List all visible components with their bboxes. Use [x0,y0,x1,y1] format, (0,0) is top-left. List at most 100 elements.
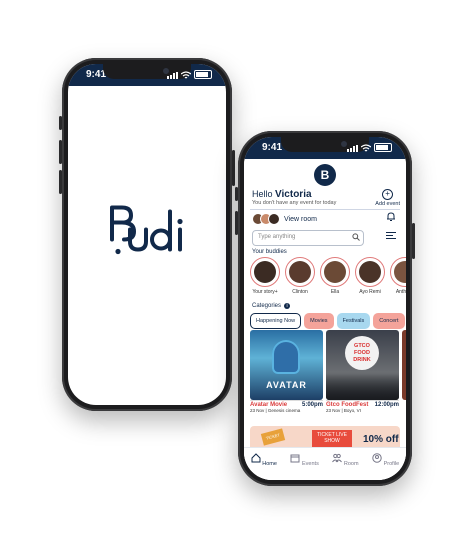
category-chip[interactable]: Festivals [336,313,371,329]
story-ring [320,257,350,287]
event-poster-avatar: AVATAR [250,330,323,400]
budi-logo [106,203,188,266]
volume-up-button [59,140,62,164]
mute-switch [235,187,238,201]
home-phone: 9:41 B Hello Victoria You don't have any… [235,131,415,486]
profile-icon [372,453,382,463]
story-ring [250,257,280,287]
tab-label: Profile [383,461,400,467]
home-icon [251,453,261,463]
categories-label: Categories [252,303,282,309]
search-icon [352,233,360,241]
signal-icon [347,145,358,152]
status-bar: 9:41 [244,137,406,159]
splash-phone: 9:41 [59,58,235,411]
bell-icon[interactable] [386,212,396,222]
events-icon [290,454,300,463]
buddy-name: Anthony [395,289,406,295]
user-name: Victoria [275,189,312,200]
divider [250,209,400,210]
buddy-item[interactable]: Clinton [285,257,315,295]
wifi-icon [361,144,371,152]
tab-label: Room [343,461,359,467]
event-poster-foodfest: GTCO FOOD DRINK [326,330,399,400]
signal-icon [167,72,178,79]
volume-up-button [235,211,238,235]
event-time: 12:00pm [374,402,399,408]
avatar [324,261,346,283]
greeting-subtitle: You don't have any event for today [252,200,337,206]
battery-icon [194,70,212,79]
buddy-name: Clinton [292,289,308,295]
category-chip[interactable]: Happening Now [250,313,302,329]
event-time: 5:00pm [301,402,323,408]
volume-down-button [59,170,62,194]
poster-title: GTCO FOOD DRINK [353,343,371,363]
story-ring [355,257,385,287]
add-event-label: Add event [375,201,400,207]
event-card[interactable] [402,330,406,413]
search-placeholder: Type anything [258,234,296,240]
wifi-icon [181,71,191,79]
avatar [394,261,406,283]
event-card[interactable]: AVATAR Avatar Movie 5:00pm 23 Nov | Genes… [250,330,323,413]
tab-events[interactable]: Events [290,448,319,480]
info-icon[interactable]: i [284,303,291,309]
poster-title: AVATAR [266,380,307,390]
categories-title: Categories i [252,303,291,309]
room-icon [332,453,343,463]
buddy-item[interactable]: Ayo Remi [355,257,385,295]
avatar [359,261,381,283]
status-bar: 9:41 [68,64,226,86]
story-ring [285,257,315,287]
event-details: 23 Nov | Genesis cinema [250,408,301,413]
ticket-image: TICKET [260,428,286,446]
buddy-item[interactable]: Anthony [390,257,406,295]
status-time: 9:41 [262,142,283,153]
live-show-ticket: TICKET LIVE SHOW [312,430,352,448]
tab-home[interactable]: Home [251,448,277,480]
search-input[interactable]: Type anything [252,230,364,246]
category-chips: Happening NowMoviesFestivalsConcertParty [250,313,406,329]
event-card[interactable]: GTCO FOOD DRINK Gtco FoodFest 12:00pm 23 … [326,330,399,413]
power-button [232,150,235,186]
avatar [254,261,276,283]
story-ring [390,257,406,287]
category-chip[interactable]: Movies [304,313,334,329]
view-room-button[interactable]: View room [252,213,317,225]
battery-icon [374,143,392,152]
tab-label: Home [262,461,277,467]
add-event-button[interactable]: + Add event [375,189,400,207]
tab-room[interactable]: Room [332,448,359,480]
greeting: Hello Victoria [252,189,312,200]
buddy-item[interactable]: Your story+ [250,257,280,295]
buddy-name: Ayo Remi [359,289,381,295]
room-avatars [252,213,280,225]
buddy-item[interactable]: Ella [320,257,350,295]
category-chip[interactable]: Concert [373,313,405,329]
event-details: 23 Nov | Boyo, VI [326,408,361,413]
plus-icon: + [382,189,394,200]
home-content: B Hello Victoria You don't have any even… [244,159,406,480]
avatar [289,261,311,283]
buddies-title: Your buddies [252,249,287,255]
events-list: AVATAR Avatar Movie 5:00pm 23 Nov | Genes… [250,330,406,413]
filter-icon[interactable] [386,232,396,241]
budi-logo-mark [110,205,183,254]
event-poster-partial [402,330,406,400]
buddy-name: Your story+ [252,289,278,295]
discount-label: 10% off [363,434,399,445]
tab-profile[interactable]: Profile [372,448,399,480]
home-screen: 9:41 B Hello Victoria You don't have any… [244,137,406,480]
buddy-name: Ella [330,289,340,295]
tab-label: Events [302,461,319,467]
bottom-tab-bar: Home Events Room Profile [244,447,406,480]
splash-screen: 9:41 [68,64,226,405]
mute-switch [59,116,62,130]
avatar [268,213,280,225]
buddies-list: Your story+ Clinton Ella Ayo Remi Anthony [250,257,406,295]
greeting-prefix: Hello [252,189,273,199]
view-room-label: View room [284,215,317,223]
power-button [412,223,415,259]
app-logo: B [314,164,336,186]
